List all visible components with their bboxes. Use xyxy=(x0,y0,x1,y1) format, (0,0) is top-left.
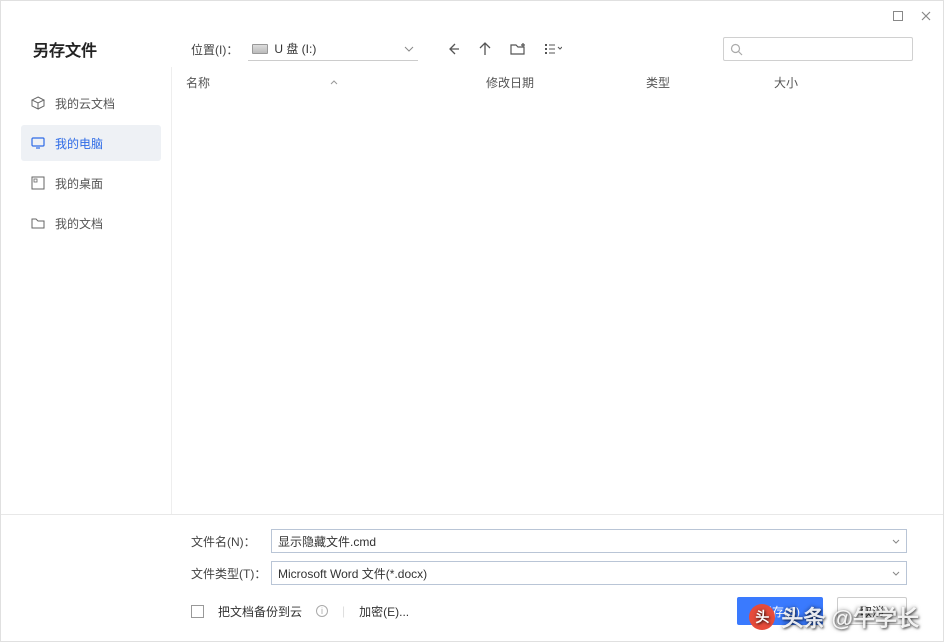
chevron-down-icon xyxy=(404,46,414,52)
cube-icon xyxy=(31,96,45,110)
location-value: U 盘 (I:) xyxy=(274,40,316,57)
new-folder-button[interactable] xyxy=(510,42,526,56)
sidebar-item-documents[interactable]: 我的文档 xyxy=(21,205,161,241)
sidebar-item-desktop[interactable]: 我的桌面 xyxy=(21,165,161,201)
up-button[interactable] xyxy=(478,42,492,56)
maximize-button[interactable] xyxy=(891,9,905,23)
monitor-icon xyxy=(31,136,45,150)
close-button[interactable] xyxy=(919,9,933,23)
sidebar: 我的云文档 我的电脑 我的桌面 我的文档 xyxy=(1,67,171,514)
filetype-select[interactable]: Microsoft Word 文件(*.docx) xyxy=(271,561,907,585)
sidebar-item-label: 我的云文档 xyxy=(55,95,115,112)
sidebar-item-computer[interactable]: 我的电脑 xyxy=(21,125,161,161)
encrypt-link[interactable]: 加密(E)... xyxy=(359,603,409,620)
column-header-size[interactable]: 大小 xyxy=(774,74,854,91)
chevron-down-icon[interactable] xyxy=(892,571,900,576)
drive-icon xyxy=(252,44,268,54)
column-header-date[interactable]: 修改日期 xyxy=(486,74,646,91)
file-list-pane: 名称 修改日期 类型 大小 xyxy=(171,67,943,514)
desktop-icon xyxy=(31,176,45,190)
backup-label: 把文档备份到云 xyxy=(218,603,302,620)
search-input[interactable] xyxy=(723,37,913,61)
backup-checkbox[interactable] xyxy=(191,605,204,618)
sort-caret-icon xyxy=(330,80,338,85)
dialog-title: 另存文件 xyxy=(1,37,191,61)
save-button[interactable]: 保存(S) xyxy=(737,597,823,625)
location-select[interactable]: U 盘 (I:) xyxy=(248,37,418,61)
column-header-type[interactable]: 类型 xyxy=(646,74,774,91)
filename-label: 文件名(N)： xyxy=(191,533,271,550)
cancel-button[interactable]: 取消 xyxy=(837,597,907,625)
sidebar-item-label: 我的文档 xyxy=(55,215,103,232)
folder-icon xyxy=(31,216,45,230)
chevron-down-icon[interactable] xyxy=(892,539,900,544)
location-label: 位置(I)： xyxy=(191,41,238,58)
sidebar-item-cloud[interactable]: 我的云文档 xyxy=(21,85,161,121)
column-header-name[interactable]: 名称 xyxy=(186,74,486,91)
search-icon xyxy=(730,43,743,56)
divider: | xyxy=(342,604,345,618)
back-button[interactable] xyxy=(446,42,460,56)
filename-input[interactable]: 显示隐藏文件.cmd xyxy=(271,529,907,553)
filetype-label: 文件类型(T)： xyxy=(191,565,271,582)
sidebar-item-label: 我的电脑 xyxy=(55,135,103,152)
sidebar-item-label: 我的桌面 xyxy=(55,175,103,192)
view-options-button[interactable] xyxy=(544,42,562,56)
info-icon[interactable]: i xyxy=(316,605,328,617)
